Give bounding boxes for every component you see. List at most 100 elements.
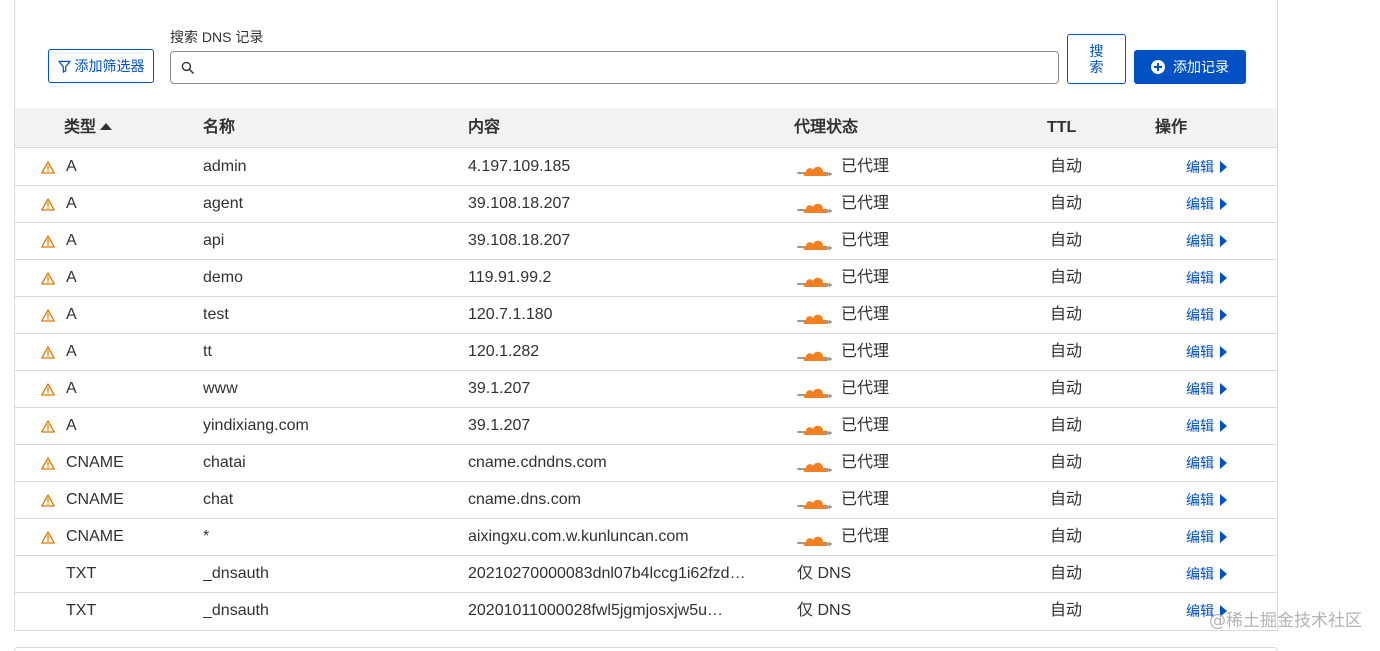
warning-icon	[41, 445, 57, 481]
record-type: A	[66, 380, 77, 397]
table-header: 类型 名称 内容 代理状态 TTL 操作	[15, 108, 1277, 148]
record-name: chat	[203, 491, 234, 508]
edit-record-link[interactable]: 编辑	[1186, 556, 1227, 592]
record-content: 39.1.207	[468, 417, 531, 434]
proxy-status-label: 已代理	[841, 232, 890, 249]
record-ttl: 自动	[1050, 306, 1083, 323]
proxy-status-label: 已代理	[841, 454, 890, 471]
edit-record-link[interactable]: 编辑	[1186, 149, 1227, 185]
search-input[interactable]	[200, 52, 1058, 83]
record-ttl: 自动	[1050, 232, 1083, 249]
edit-label: 编辑	[1186, 418, 1214, 434]
proxied-cloud-icon	[797, 158, 833, 177]
table-row: TXT _dnsauth 20210270000083dnl07b4lccg1i62…	[15, 556, 1277, 593]
record-type: A	[66, 232, 77, 249]
edit-record-link[interactable]: 编辑	[1186, 297, 1227, 333]
edit-record-link[interactable]: 编辑	[1186, 519, 1227, 555]
expand-arrow-icon	[1220, 568, 1227, 580]
proxied-cloud-icon	[797, 417, 833, 436]
proxied-cloud-icon	[797, 528, 833, 547]
table-row: CNAME * aixingxu.com.w.kunluncan.com 已代理 自动 编…	[15, 519, 1277, 556]
expand-arrow-icon	[1220, 457, 1227, 469]
proxy-status-label: 已代理	[841, 380, 890, 397]
add-record-button[interactable]: 添加记录	[1134, 50, 1246, 84]
record-content: 20201011000028fwl5jgmjosxjw5u…	[468, 602, 723, 619]
proxy-status-label: 已代理	[841, 195, 890, 212]
record-type: CNAME	[66, 528, 124, 545]
edit-record-link[interactable]: 编辑	[1186, 482, 1227, 518]
warning-icon	[41, 260, 57, 296]
proxied-cloud-icon	[797, 269, 833, 288]
expand-arrow-icon	[1220, 272, 1227, 284]
proxy-status-label: 已代理	[841, 491, 890, 508]
proxy-status: 已代理	[797, 445, 889, 481]
proxied-cloud-icon	[797, 491, 833, 510]
expand-arrow-icon	[1220, 531, 1227, 543]
proxied-cloud-icon	[797, 454, 833, 473]
add-record-label: 添加记录	[1173, 59, 1229, 75]
record-type: A	[66, 343, 77, 360]
edit-record-link[interactable]: 编辑	[1186, 223, 1227, 259]
record-name: api	[203, 232, 225, 249]
add-filter-button[interactable]: 添加筛选器	[48, 49, 154, 83]
table-row: CNAME chat cname.dns.com 已代理 自动 编辑	[15, 482, 1277, 519]
search-field[interactable]	[170, 51, 1059, 84]
warning-icon	[41, 371, 57, 407]
proxy-status-label: 已代理	[841, 306, 890, 323]
column-header-proxy[interactable]: 代理状态	[794, 108, 858, 148]
record-name: _dnsauth	[203, 565, 269, 582]
record-name: www	[203, 380, 238, 397]
table-row: Aadmin 4.197.109.185 已代理 自动 编辑	[15, 149, 1277, 186]
search-button[interactable]: 搜索	[1067, 34, 1126, 84]
column-header-actions: 操作	[1155, 119, 1188, 136]
edit-record-link[interactable]: 编辑	[1186, 186, 1227, 222]
record-name: admin	[203, 158, 247, 175]
warning-icon	[41, 408, 57, 444]
column-header-ttl[interactable]: TTL	[1047, 108, 1076, 148]
proxy-status: 已代理	[797, 408, 889, 444]
edit-record-link[interactable]: 编辑	[1186, 445, 1227, 481]
record-type: A	[66, 269, 77, 286]
record-content: 119.91.99.2	[468, 269, 552, 286]
record-type: A	[66, 158, 77, 175]
edit-record-link[interactable]: 编辑	[1186, 408, 1227, 444]
edit-record-link[interactable]: 编辑	[1186, 334, 1227, 370]
proxied-cloud-icon	[797, 232, 833, 251]
record-name: chatai	[203, 454, 246, 471]
table-row: Aagent 39.108.18.207 已代理 自动 编辑	[15, 186, 1277, 223]
record-ttl: 自动	[1050, 343, 1083, 360]
record-content: cname.cdndns.com	[468, 454, 607, 471]
record-ttl: 自动	[1050, 158, 1083, 175]
proxied-cloud-icon	[797, 306, 833, 325]
edit-label: 编辑	[1186, 233, 1214, 249]
proxy-status: 已代理	[797, 334, 889, 370]
proxy-status-label: 已代理	[841, 269, 890, 286]
edit-label: 编辑	[1186, 270, 1214, 286]
proxy-status-label: 已代理	[841, 417, 890, 434]
record-name: test	[203, 306, 229, 323]
edit-record-link[interactable]: 编辑	[1186, 260, 1227, 296]
table-row: Ademo 119.91.99.2 已代理 自动 编辑	[15, 260, 1277, 297]
record-ttl: 自动	[1050, 565, 1083, 582]
column-header-name[interactable]: 名称	[203, 108, 235, 148]
record-ttl: 自动	[1050, 195, 1083, 212]
table-row: Awww 39.1.207 已代理 自动 编辑	[15, 371, 1277, 408]
edit-record-link[interactable]: 编辑	[1186, 371, 1227, 407]
edit-label: 编辑	[1186, 307, 1214, 323]
proxy-status: 已代理	[797, 482, 889, 518]
edit-label: 编辑	[1186, 492, 1214, 508]
column-header-type[interactable]: 类型	[64, 108, 113, 148]
warning-icon	[41, 482, 57, 518]
column-header-content[interactable]: 内容	[468, 108, 500, 148]
record-name: yindixiang.com	[203, 417, 309, 434]
record-type: A	[66, 417, 77, 434]
table-row: Att 120.1.282 已代理 自动 编辑	[15, 334, 1277, 371]
proxy-status: 仅 DNS	[797, 556, 851, 592]
edit-label: 编辑	[1186, 196, 1214, 212]
proxy-status: 已代理	[797, 519, 889, 555]
proxy-status: 已代理	[797, 186, 889, 222]
record-content: 120.7.1.180	[468, 306, 553, 323]
record-name: demo	[203, 269, 244, 286]
expand-arrow-icon	[1220, 161, 1227, 173]
filter-icon	[57, 60, 71, 73]
